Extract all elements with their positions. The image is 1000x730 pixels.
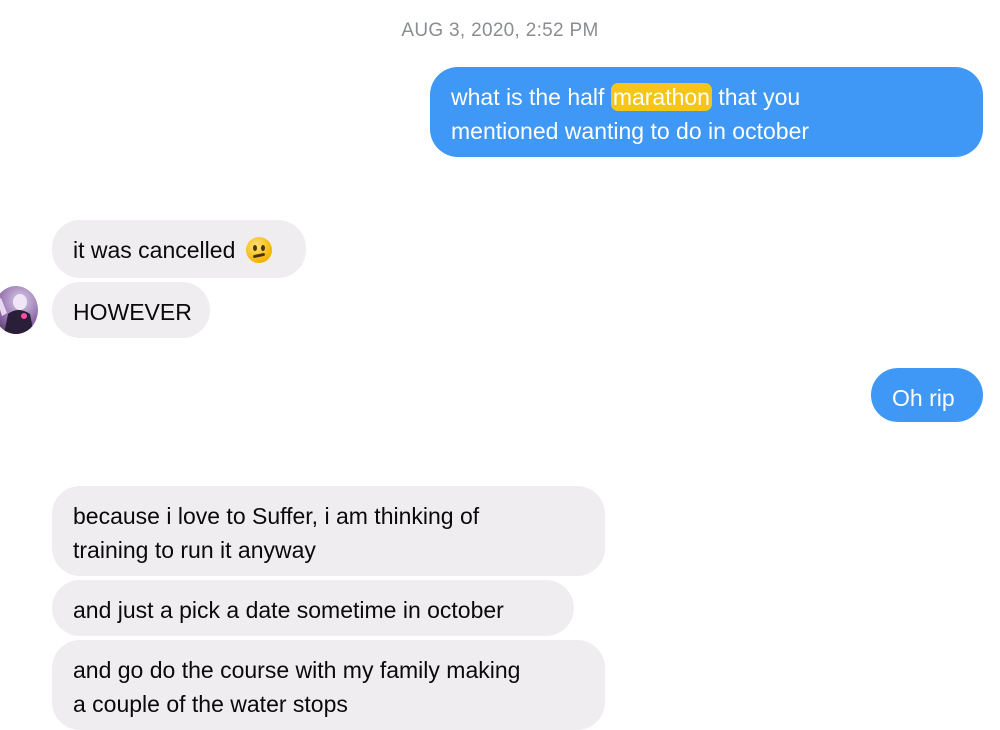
message-line: what is the half marathon that you (451, 80, 962, 114)
message-line: mentioned wanting to do in october (451, 118, 810, 144)
confused-face-icon (245, 237, 272, 263)
message-text: what is the half (451, 84, 611, 110)
avatar-photo (0, 294, 34, 334)
sender-avatar[interactable] (0, 286, 38, 334)
search-highlight: marathon (610, 83, 712, 111)
message-text: HOWEVER (73, 299, 192, 325)
message-line: and go do the course with my family maki… (73, 657, 521, 683)
message-line: because i love to Suffer, i am thinking … (73, 503, 480, 529)
message-text: Oh rip (892, 385, 955, 411)
incoming-message-bubble[interactable]: and just a pick a date sometime in octob… (52, 580, 574, 636)
outgoing-message-bubble[interactable]: Oh rip (871, 368, 983, 422)
incoming-message-bubble[interactable]: HOWEVER (52, 282, 210, 338)
message-text: that you (711, 84, 801, 110)
message-line: a couple of the water stops (73, 691, 348, 717)
incoming-message-bubble[interactable]: because i love to Suffer, i am thinking … (52, 486, 605, 576)
message-text: it was cancelled (73, 237, 236, 263)
outgoing-message-bubble[interactable]: what is the half marathon that you menti… (430, 67, 983, 157)
message-timestamp: AUG 3, 2020, 2:52 PM (401, 20, 599, 41)
message-text: and just a pick a date sometime in octob… (73, 597, 504, 623)
message-line: training to run it anyway (73, 537, 316, 563)
incoming-message-bubble[interactable]: it was cancelled (52, 220, 306, 278)
incoming-message-bubble[interactable]: and go do the course with my family maki… (52, 640, 605, 730)
